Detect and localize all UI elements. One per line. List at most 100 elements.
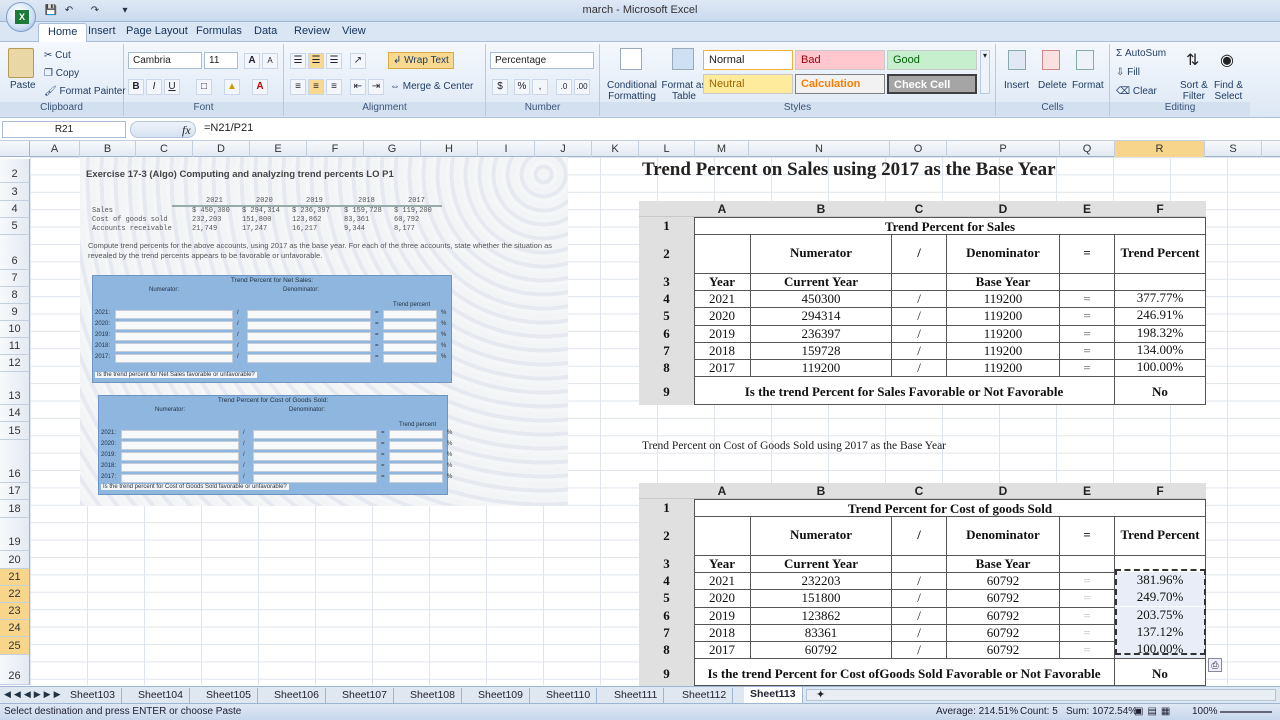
align-middle-icon[interactable]: ☰ [308, 53, 324, 69]
form-numerator-input[interactable] [115, 343, 233, 352]
delete-cells-icon[interactable] [1042, 50, 1060, 70]
sheet-tab-sheet108[interactable]: Sheet108 [404, 688, 462, 703]
autosum-button[interactable]: Σ AutoSum [1116, 48, 1166, 59]
row-header-13[interactable]: 13 [0, 372, 30, 405]
exercise-image[interactable]: Exercise 17-3 (Algo) Computing and analy… [80, 157, 568, 506]
form-denominator-input[interactable] [247, 343, 371, 352]
column-header-p[interactable]: P [947, 141, 1060, 157]
form-denominator-input[interactable] [247, 310, 371, 319]
style-bad[interactable]: Bad [795, 50, 885, 70]
binoculars-icon[interactable]: ◉ [1220, 50, 1234, 70]
column-header-k[interactable]: K [592, 141, 639, 157]
row-header-11[interactable]: 11 [0, 338, 30, 355]
format-cells-icon[interactable] [1076, 50, 1094, 70]
style-check-cell[interactable]: Check Cell [887, 74, 977, 94]
save-icon[interactable]: 💾 [44, 4, 58, 17]
row-header-4[interactable]: 4 [0, 201, 30, 218]
percent-button[interactable]: % [514, 79, 530, 95]
row-header-17[interactable]: 17 [0, 483, 30, 500]
row-trend-percent[interactable]: 249.70% [1115, 589, 1205, 606]
shrink-font-button[interactable]: A [262, 53, 278, 69]
form-denominator-input[interactable] [253, 463, 377, 472]
row-trend-percent[interactable]: 100.00% [1115, 641, 1205, 658]
style-neutral[interactable]: Neutral [703, 74, 793, 94]
form-numerator-input[interactable] [115, 321, 233, 330]
form-numerator-input[interactable] [115, 354, 233, 363]
fill-color-icon[interactable]: ▲ [224, 79, 240, 95]
sheet-tab-sheet107[interactable]: Sheet107 [336, 688, 394, 703]
conditional-formatting-icon[interactable] [620, 48, 642, 70]
view-buttons-icon[interactable]: ▣▤▦ [1134, 704, 1174, 720]
row-header-12[interactable]: 12 [0, 355, 30, 372]
form-numerator-input[interactable] [121, 441, 239, 450]
column-header-j[interactable]: J [535, 141, 592, 157]
column-header-b[interactable]: B [80, 141, 136, 157]
row-trend-percent[interactable]: 203.75% [1115, 607, 1205, 624]
row-header-20[interactable]: 20 [0, 551, 30, 569]
currency-button[interactable]: $ [492, 79, 508, 95]
row-header-22[interactable]: 22 [0, 586, 30, 603]
form-denominator-input[interactable] [253, 441, 377, 450]
sheet-tab-sheet105[interactable]: Sheet105 [200, 688, 258, 703]
form-numerator-input[interactable] [115, 332, 233, 341]
form-trend-input[interactable] [383, 332, 437, 341]
tab-insert[interactable]: Insert [88, 25, 116, 37]
row-header-21[interactable]: 21 [0, 569, 30, 586]
style-good[interactable]: Good [887, 50, 977, 70]
form-trend-input[interactable] [389, 430, 443, 439]
cut-button[interactable]: ✂ Cut [44, 50, 71, 61]
insert-cells-button[interactable]: Insert [1004, 80, 1029, 91]
sheet-tab-sheet106[interactable]: Sheet106 [268, 688, 326, 703]
row-trend-percent[interactable]: 381.96% [1115, 572, 1205, 589]
form-trend-input[interactable] [389, 463, 443, 472]
column-header-c[interactable]: C [136, 141, 193, 157]
increase-indent-icon[interactable]: ⇥ [368, 79, 384, 95]
insert-function-icon[interactable]: fx [182, 123, 191, 138]
column-header-m[interactable]: M [695, 141, 749, 157]
sort-filter-icon[interactable]: ⇅ [1186, 50, 1199, 70]
copy-button[interactable]: ❐ Copy [44, 68, 79, 79]
align-left-icon[interactable]: ≡ [290, 79, 306, 95]
row-header-15[interactable]: 15 [0, 422, 30, 440]
select-all-button[interactable] [0, 141, 30, 157]
borders-icon[interactable]: □ [196, 79, 212, 95]
align-center-icon[interactable]: ≡ [308, 79, 324, 95]
form-trend-input[interactable] [383, 310, 437, 319]
row-header-10[interactable]: 10 [0, 321, 30, 338]
sheet-tab-sheet109[interactable]: Sheet109 [472, 688, 530, 703]
style-calculation[interactable]: Calculation [795, 74, 885, 94]
favorable-answer[interactable]: No [1115, 666, 1205, 682]
align-bottom-icon[interactable]: ☰ [326, 53, 342, 69]
sheet-tab-sheet104[interactable]: Sheet104 [132, 688, 190, 703]
sheet-tab-sheet103[interactable]: Sheet103 [64, 688, 122, 703]
row-header-7[interactable]: 7 [0, 270, 30, 287]
row-header-6[interactable]: 6 [0, 235, 30, 270]
row-header-8[interactable]: 8 [0, 287, 30, 304]
name-box[interactable]: R21 [2, 121, 126, 138]
row-trend-percent[interactable]: 246.91% [1115, 307, 1205, 324]
align-top-icon[interactable]: ☰ [290, 53, 306, 69]
font-size-select[interactable]: 11 [204, 52, 238, 69]
underline-button[interactable]: U [164, 79, 180, 95]
sheet-nav-icons[interactable]: ◀◀◀▶▶▶ [4, 689, 64, 700]
font-name-select[interactable]: Cambria [128, 52, 202, 69]
row-trend-percent[interactable]: 137.12% [1115, 624, 1205, 641]
form-trend-input[interactable] [383, 354, 437, 363]
form-denominator-input[interactable] [253, 474, 377, 483]
find-select-button[interactable]: Find & Select [1214, 80, 1243, 102]
column-header-f[interactable]: F [307, 141, 364, 157]
sheet-tab-sheet113[interactable]: Sheet113 [744, 687, 803, 704]
row-header-2[interactable]: 2 [0, 159, 30, 183]
tab-home[interactable]: Home [38, 23, 88, 43]
format-painter-button[interactable]: 🖌 Format Painter [44, 86, 126, 97]
tab-view[interactable]: View [342, 25, 366, 37]
tab-data[interactable]: Data [254, 25, 277, 37]
format-cells-button[interactable]: Format [1072, 80, 1104, 91]
favorable-answer[interactable]: No [1115, 384, 1205, 400]
sheet-tab-sheet112[interactable]: Sheet112 [676, 688, 734, 703]
column-header-d[interactable]: D [193, 141, 250, 157]
column-header-o[interactable]: O [890, 141, 947, 157]
row-trend-percent[interactable]: 134.00% [1115, 342, 1205, 359]
sort-filter-button[interactable]: Sort & Filter [1180, 80, 1208, 102]
undo-icon[interactable]: ↶ [62, 4, 76, 17]
